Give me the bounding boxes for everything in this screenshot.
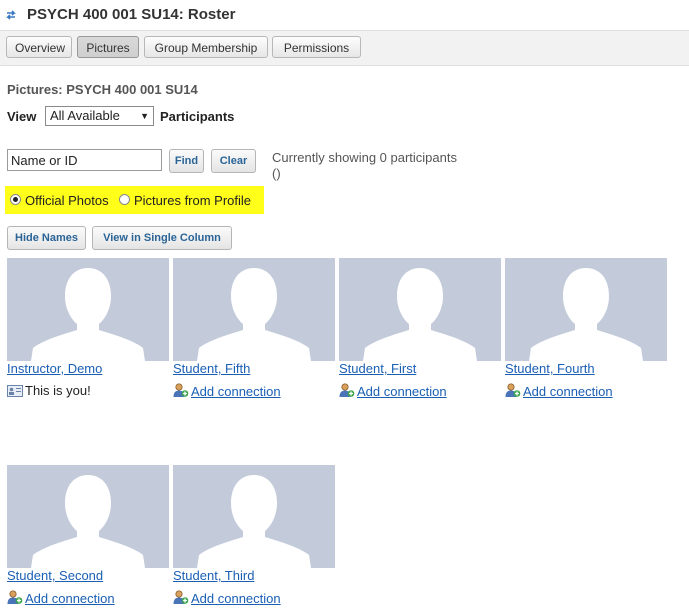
showing-count-text: Currently showing 0 participants [272,150,457,165]
add-user-icon [339,383,355,397]
participant-name-link[interactable]: Student, Fifth [173,361,250,376]
view-select[interactable]: All Available ▼ [45,106,154,126]
participant-photo [339,258,501,361]
participant-card: Student, First Add connection [339,258,501,408]
participant-photo [173,465,335,568]
official-photos-label[interactable]: Official Photos [25,193,109,208]
default-avatar-silhouette [363,268,477,361]
clear-button[interactable]: Clear [211,149,256,173]
add-connection-link[interactable]: Add connection [191,591,281,606]
tab-permissions[interactable]: Permissions [272,36,361,58]
participant-card: Student, Third Add connection [173,465,335,615]
participant-name-link[interactable]: Student, Second [7,568,103,583]
participant-name-link[interactable]: Student, Third [173,568,254,583]
view-label: View [7,109,37,124]
default-avatar-silhouette [529,268,643,361]
refresh-arrows-icon[interactable] [5,8,17,22]
default-avatar-silhouette [197,268,311,361]
participant-photo [7,465,169,568]
participant-photo [505,258,667,361]
participant-photo [7,258,169,361]
participant-name-link[interactable]: Instructor, Demo [7,361,102,376]
add-connection-link[interactable]: Add connection [523,384,613,399]
tab-overview[interactable]: Overview [6,36,72,58]
page-title: PSYCH 400 001 SU14: Roster [27,6,236,23]
tab-pictures[interactable]: Pictures [77,36,139,58]
official-photos-radio[interactable] [10,194,21,205]
participant-subline: Add connection [339,383,447,399]
showing-status: Currently showing 0 participants () [272,150,457,182]
add-connection-link[interactable]: Add connection [191,384,281,399]
participant-card: Student, Fourth Add connection [505,258,667,408]
participant-photo [173,258,335,361]
hide-names-button[interactable]: Hide Names [7,226,86,250]
search-input[interactable] [7,149,162,171]
participant-subline: Add connection [7,590,115,606]
participant-subline: Add connection [173,383,281,399]
participant-subline: This is you! [7,383,91,398]
view-single-column-button[interactable]: View in Single Column [92,226,232,250]
participant-card: Student, Second Add connection [7,465,169,615]
participant-subline: Add connection [173,590,281,606]
find-button[interactable]: Find [169,149,204,173]
showing-filter-text: () [272,166,281,181]
default-avatar-silhouette [197,475,311,568]
participant-name-link[interactable]: Student, Fourth [505,361,595,376]
participant-name-link[interactable]: Student, First [339,361,416,376]
participant-card: Instructor, Demo This is you! [7,258,169,408]
tab-group-membership[interactable]: Group Membership [144,36,268,58]
add-connection-link[interactable]: Add connection [25,591,115,606]
add-connection-link[interactable]: Add connection [357,384,447,399]
dropdown-arrow-icon: ▼ [140,111,149,121]
default-avatar-silhouette [31,268,145,361]
section-title: Pictures: PSYCH 400 001 SU14 [7,82,198,97]
profile-pictures-label[interactable]: Pictures from Profile [134,193,251,208]
participants-label: Participants [160,109,235,124]
participant-card: Student, Fifth Add connection [173,258,335,408]
vcard-icon [7,385,23,397]
add-user-icon [505,383,521,397]
profile-pictures-radio[interactable] [119,194,130,205]
view-select-value: All Available [50,108,120,123]
add-user-icon [173,590,189,604]
default-avatar-silhouette [31,475,145,568]
title-bar: PSYCH 400 001 SU14: Roster [0,0,689,30]
add-user-icon [7,590,23,604]
this-is-you-text: This is you! [25,383,91,398]
add-user-icon [173,383,189,397]
participant-subline: Add connection [505,383,613,399]
